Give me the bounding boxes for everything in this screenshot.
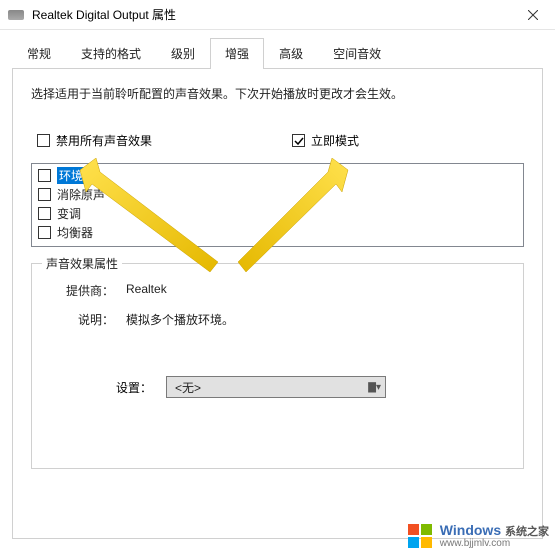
close-button[interactable]	[510, 0, 555, 30]
checkbox-box[interactable]	[38, 207, 51, 220]
watermark-brand: Windows	[440, 522, 501, 538]
description-value: 模拟多个播放环境。	[126, 311, 507, 328]
list-item[interactable]: 变调	[36, 204, 519, 223]
tab-supported-formats[interactable]: 支持的格式	[66, 38, 156, 68]
description-row: 说明： 模拟多个播放环境。	[48, 311, 507, 328]
window-body: 常规 支持的格式 级别 增强 高级 空间音效 选择适用于当前聆听配置的声音效果。…	[0, 30, 555, 547]
list-item-label: 环境	[57, 167, 85, 184]
watermark-text: Windows 系统之家 www.bjjmlv.com	[440, 523, 549, 549]
settings-label: 设置：	[116, 379, 152, 396]
tab-strip: 常规 支持的格式 级别 增强 高级 空间音效	[12, 38, 543, 69]
checkmark-icon	[294, 136, 304, 146]
watermark-sub: 系统之家	[505, 526, 549, 538]
window-title: Realtek Digital Output 属性	[32, 6, 176, 23]
tab-advanced[interactable]: 高级	[264, 38, 318, 68]
close-icon	[528, 10, 538, 20]
top-checkbox-row: 禁用所有声音效果 立即模式	[37, 132, 524, 149]
list-item[interactable]: 消除原声	[36, 185, 519, 204]
list-item[interactable]: 均衡器	[36, 223, 519, 242]
provider-value: Realtek	[126, 282, 507, 299]
dropdown-selected: <无>	[175, 379, 201, 396]
disable-all-label: 禁用所有声音效果	[56, 132, 152, 149]
tab-general[interactable]: 常规	[12, 38, 66, 68]
effect-properties-group: 声音效果属性 提供商： Realtek 说明： 模拟多个播放环境。 设置： <无…	[31, 263, 524, 469]
tab-enhancements[interactable]: 增强	[210, 38, 264, 69]
watermark: Windows 系统之家 www.bjjmlv.com	[406, 522, 549, 550]
panel-description: 选择适用于当前聆听配置的声音效果。下次开始播放时更改才会生效。	[31, 85, 524, 104]
checkbox-box[interactable]	[38, 226, 51, 239]
group-title: 声音效果属性	[42, 255, 122, 272]
settings-row: 设置： <无> ▇▾	[116, 376, 507, 398]
disable-all-effects-checkbox[interactable]: 禁用所有声音效果	[37, 132, 152, 149]
tab-levels[interactable]: 级别	[156, 38, 210, 68]
chevron-down-icon: ▇▾	[368, 382, 381, 393]
checkbox-box	[37, 134, 50, 147]
tab-spatial-sound[interactable]: 空间音效	[318, 38, 396, 68]
effects-listbox[interactable]: 环境 消除原声 变调 均衡器	[31, 163, 524, 247]
watermark-url: www.bjjmlv.com	[440, 538, 549, 549]
list-item-label: 均衡器	[57, 224, 93, 241]
list-item-label: 消除原声	[57, 186, 105, 203]
settings-dropdown[interactable]: <无> ▇▾	[166, 376, 386, 398]
immediate-mode-checkbox[interactable]: 立即模式	[292, 132, 359, 149]
description-label: 说明：	[48, 311, 126, 328]
enhancements-panel: 选择适用于当前聆听配置的声音效果。下次开始播放时更改才会生效。 禁用所有声音效果…	[12, 69, 543, 539]
titlebar: Realtek Digital Output 属性	[0, 0, 555, 30]
immediate-mode-label: 立即模式	[311, 132, 359, 149]
provider-row: 提供商： Realtek	[48, 282, 507, 299]
list-item-label: 变调	[57, 205, 81, 222]
checkbox-box[interactable]	[38, 188, 51, 201]
audio-device-icon	[8, 10, 24, 20]
provider-label: 提供商：	[48, 282, 126, 299]
checkbox-box	[292, 134, 305, 147]
windows-logo-icon	[406, 522, 434, 550]
checkbox-box[interactable]	[38, 169, 51, 182]
list-item[interactable]: 环境	[36, 166, 519, 185]
